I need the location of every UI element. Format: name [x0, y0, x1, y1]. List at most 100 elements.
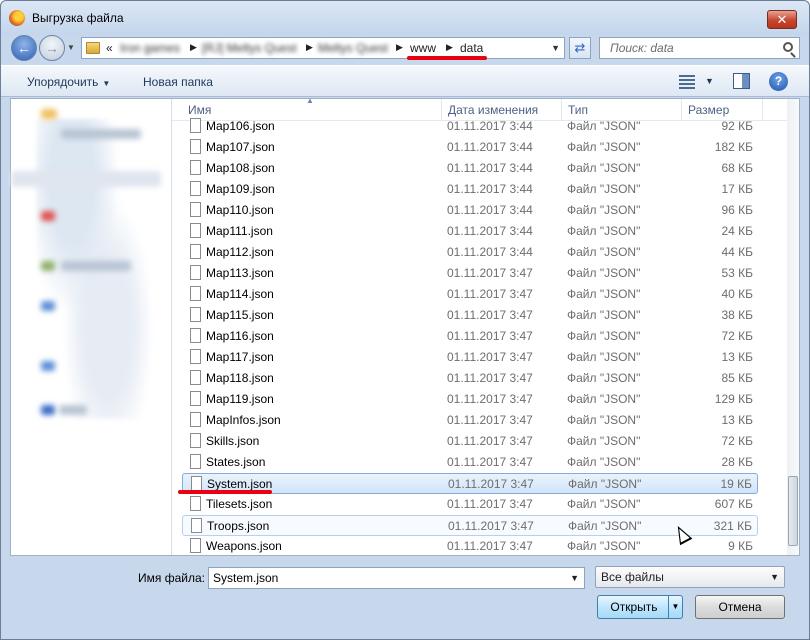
file-row[interactable]: Map108.json 01.11.2017 3:44 Файл "JSON" 68 … [182, 158, 758, 179]
column-type[interactable]: Тип [568, 103, 588, 117]
file-date: 01.11.2017 3:47 [447, 539, 533, 553]
breadcrumb-www[interactable]: www [410, 41, 436, 55]
scrollbar-thumb[interactable] [788, 476, 798, 546]
file-row[interactable]: Troops.json 01.11.2017 3:47 Файл "JSON" 321… [182, 515, 758, 536]
search-input[interactable]: Поиск: data [599, 37, 800, 59]
file-row[interactable]: Map112.json 01.11.2017 3:44 Файл "JSON" 44 … [182, 242, 758, 263]
view-options-icon[interactable] [679, 75, 695, 89]
chevron-down-icon[interactable]: ▼ [668, 596, 682, 618]
file-type: Файл "JSON" [567, 329, 641, 343]
file-icon [191, 476, 202, 491]
blurred-nav-icon [41, 301, 55, 311]
file-row[interactable]: Map115.json 01.11.2017 3:47 Файл "JSON" 38 … [182, 305, 758, 326]
file-row[interactable]: Map109.json 01.11.2017 3:44 Файл "JSON" 17 … [182, 179, 758, 200]
breadcrumb-data[interactable]: data [460, 41, 483, 55]
blurred-nav-item [61, 129, 141, 139]
refresh-button[interactable]: ⇄ [569, 37, 591, 59]
file-row[interactable]: Skills.json 01.11.2017 3:47 Файл "JSON" 72 … [182, 431, 758, 452]
organize-button[interactable]: Упорядочить ▼ [27, 75, 110, 89]
file-row[interactable]: Map116.json 01.11.2017 3:47 Файл "JSON" 72 … [182, 326, 758, 347]
firefox-icon [9, 10, 25, 26]
file-type: Файл "JSON" [567, 266, 641, 280]
column-date[interactable]: Дата изменения [448, 103, 538, 117]
file-date: 01.11.2017 3:44 [447, 140, 533, 154]
vertical-scrollbar[interactable] [787, 99, 799, 555]
address-row: ← → ▼ « Iron games ▶ [RJ] Meltys Quest ▶… [1, 35, 809, 61]
file-type-filter[interactable]: Все файлы ▼ [595, 566, 785, 588]
chevron-down-icon[interactable]: ▼ [570, 573, 579, 583]
preview-pane-icon[interactable] [733, 73, 750, 89]
file-row[interactable]: MapInfos.json 01.11.2017 3:47 Файл "JSON" 1… [182, 410, 758, 431]
address-bar[interactable]: « Iron games ▶ [RJ] Meltys Quest ▶ Melty… [81, 37, 565, 59]
file-icon [190, 139, 201, 154]
file-icon [190, 118, 201, 133]
file-size: 72 КБ [721, 434, 753, 448]
file-icon [190, 181, 201, 196]
file-type: Файл "JSON" [568, 477, 642, 491]
breadcrumb-separator-icon[interactable]: ▶ [446, 42, 453, 53]
breadcrumb-overflow[interactable]: « [106, 41, 113, 55]
file-type: Файл "JSON" [567, 413, 641, 427]
file-row[interactable]: Map118.json 01.11.2017 3:47 Файл "JSON" 85 … [182, 368, 758, 389]
column-divider[interactable] [762, 99, 763, 121]
file-type: Файл "JSON" [567, 245, 641, 259]
file-row[interactable]: Tilesets.json 01.11.2017 3:47 Файл "JSON" 6… [182, 494, 758, 515]
column-name[interactable]: Имя [188, 103, 211, 117]
file-row[interactable]: States.json 01.11.2017 3:47 Файл "JSON" 28 … [182, 452, 758, 473]
cancel-button[interactable]: Отмена [695, 595, 785, 619]
file-name: Map107.json [206, 140, 275, 154]
file-date: 01.11.2017 3:47 [447, 308, 533, 322]
navigation-pane[interactable] [11, 99, 169, 555]
breadcrumb-separator-icon[interactable]: ▶ [306, 42, 313, 53]
forward-button[interactable]: → [39, 35, 65, 61]
breadcrumb-blurred[interactable]: Meltys Quest [318, 41, 388, 55]
breadcrumb-separator-icon[interactable]: ▶ [190, 42, 197, 53]
search-icon[interactable] [783, 42, 793, 52]
file-type-value: Все файлы [601, 570, 664, 584]
chevron-down-icon[interactable]: ▼ [705, 76, 714, 86]
file-row[interactable]: Map113.json 01.11.2017 3:47 Файл "JSON" 53 … [182, 263, 758, 284]
open-button[interactable]: Открыть ▼ [597, 595, 683, 619]
sort-ascending-icon: ▲ [306, 99, 314, 105]
close-button[interactable]: ✕ [767, 10, 797, 29]
column-size[interactable]: Размер [688, 103, 729, 117]
file-name: Map119.json [206, 392, 274, 406]
file-date: 01.11.2017 3:44 [447, 161, 533, 175]
file-name: States.json [206, 455, 266, 469]
file-date: 01.11.2017 3:44 [447, 245, 533, 259]
breadcrumb-blurred[interactable]: Iron games [120, 41, 180, 55]
file-date: 01.11.2017 3:47 [447, 497, 533, 511]
file-size: 13 КБ [721, 350, 753, 364]
recent-locations-dropdown[interactable]: ▼ [67, 43, 75, 52]
chevron-down-icon[interactable]: ▼ [551, 43, 560, 53]
file-row[interactable]: Map110.json 01.11.2017 3:44 Файл "JSON" 96 … [182, 200, 758, 221]
file-dialog: Выгрузка файла ✕ ← → ▼ « Iron games ▶ [R… [0, 0, 810, 640]
breadcrumb-separator-icon[interactable]: ▶ [396, 42, 403, 53]
new-folder-button[interactable]: Новая папка [143, 75, 213, 89]
file-type: Файл "JSON" [567, 203, 641, 217]
file-row[interactable]: Weapons.json 01.11.2017 3:47 Файл "JSON" 9 … [182, 536, 758, 555]
back-button[interactable]: ← [11, 35, 37, 61]
file-date: 01.11.2017 3:44 [447, 224, 533, 238]
filename-input[interactable]: System.json ▼ [208, 567, 585, 589]
file-row[interactable]: Map111.json 01.11.2017 3:44 Файл "JSON" 24 … [182, 221, 758, 242]
help-icon[interactable]: ? [769, 72, 788, 91]
file-icon [191, 518, 202, 533]
file-name: Map106.json [206, 119, 275, 133]
file-size: 24 КБ [721, 224, 753, 238]
file-size: 182 КБ [714, 140, 753, 154]
file-row[interactable]: Map107.json 01.11.2017 3:44 Файл "JSON" 182… [182, 137, 758, 158]
file-date: 01.11.2017 3:47 [447, 392, 533, 406]
file-row[interactable]: Map117.json 01.11.2017 3:47 Файл "JSON" 13 … [182, 347, 758, 368]
file-row[interactable]: Map119.json 01.11.2017 3:47 Файл "JSON" 129… [182, 389, 758, 410]
file-type: Файл "JSON" [567, 119, 641, 133]
file-date: 01.11.2017 3:47 [447, 434, 533, 448]
file-type: Файл "JSON" [567, 287, 641, 301]
chevron-down-icon[interactable]: ▼ [770, 572, 779, 582]
file-type: Файл "JSON" [567, 455, 641, 469]
file-row[interactable]: Map106.json 01.11.2017 3:44 Файл "JSON" 92 … [182, 116, 758, 137]
breadcrumb-blurred[interactable]: [RJ] Meltys Quest [202, 41, 297, 55]
file-row[interactable]: Map114.json 01.11.2017 3:47 Файл "JSON" 40 … [182, 284, 758, 305]
blurred-nav-icon [41, 211, 55, 221]
file-name: Map113.json [206, 266, 274, 280]
